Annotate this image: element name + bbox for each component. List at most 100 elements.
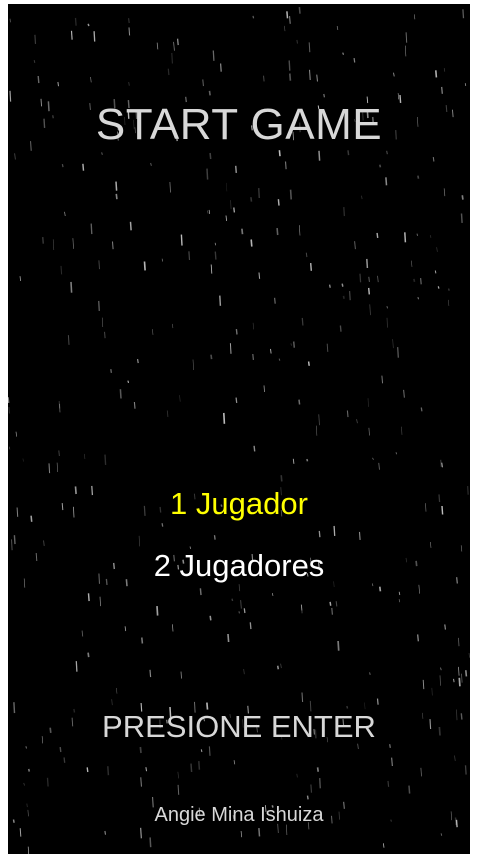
star-streak — [198, 761, 201, 770]
star-streak — [278, 358, 281, 361]
star-streak — [366, 258, 369, 269]
star-streak — [140, 827, 142, 839]
star-streak — [199, 588, 202, 596]
star-streak — [86, 767, 89, 773]
star-streak — [124, 626, 127, 632]
star-streak — [34, 34, 37, 44]
star-streak — [48, 463, 51, 474]
star-streak — [257, 188, 261, 199]
star-streak — [149, 837, 152, 848]
star-streak — [180, 234, 183, 246]
star-streak — [213, 535, 216, 540]
star-streak — [318, 414, 320, 426]
star-streak — [149, 669, 152, 678]
star-streak — [386, 305, 388, 309]
star-streak — [19, 276, 21, 282]
star-streak — [316, 767, 320, 772]
star-streak — [462, 9, 465, 19]
star-streak — [353, 58, 356, 63]
star-streak — [417, 634, 419, 642]
star-streak — [112, 241, 114, 250]
star-streak — [339, 325, 342, 332]
star-streak — [458, 666, 460, 676]
star-streak — [368, 427, 370, 436]
star-streak — [278, 150, 281, 157]
star-streak — [397, 347, 399, 358]
star-streak — [405, 45, 407, 57]
star-streak — [46, 777, 49, 787]
star-streak — [233, 760, 236, 765]
star-streak — [367, 287, 371, 295]
star-streak — [240, 600, 242, 609]
star-streak — [208, 746, 211, 756]
star-streak — [253, 445, 256, 452]
star-streak — [61, 163, 64, 168]
star-streak — [227, 633, 230, 643]
star-streak — [41, 237, 45, 244]
star-streak — [67, 335, 70, 345]
star-streak — [141, 637, 144, 644]
star-streak — [75, 661, 78, 672]
star-streak — [177, 771, 179, 779]
star-streak — [234, 165, 238, 173]
star-streak — [457, 637, 460, 647]
star-streak — [432, 157, 435, 162]
start-game-title: START GAME — [95, 100, 383, 149]
star-streak — [252, 353, 254, 360]
star-streak — [341, 283, 344, 287]
star-streak — [167, 68, 170, 76]
menu-option-2-players[interactable]: 2 Jugadores — [8, 548, 470, 584]
star-streak — [306, 458, 309, 462]
star-streak — [172, 624, 174, 632]
star-streak — [192, 359, 194, 371]
star-streak — [430, 541, 432, 548]
star-streak — [326, 343, 329, 352]
star-streak — [448, 288, 450, 291]
star-streak — [420, 767, 422, 777]
game-canvas[interactable]: START GAME 1 Jugador 2 Jugadores PRESION… — [8, 4, 470, 854]
star-streak — [258, 272, 261, 279]
star-streak — [411, 260, 413, 267]
star-streak — [376, 232, 379, 238]
star-streak — [404, 232, 407, 243]
star-streak — [150, 162, 152, 166]
star-streak — [405, 32, 408, 43]
star-streak — [104, 454, 107, 465]
star-streak — [367, 398, 369, 407]
star-streak — [464, 765, 467, 775]
star-streak — [356, 419, 358, 424]
star-streak — [378, 462, 380, 470]
star-streak — [318, 150, 321, 161]
star-streak — [448, 299, 450, 306]
star-streak — [119, 389, 122, 399]
star-streak — [83, 453, 86, 460]
star-streak — [115, 193, 118, 200]
star-streak — [343, 207, 346, 217]
star-streak — [307, 361, 310, 366]
star-streak — [377, 275, 379, 283]
star-streak — [9, 446, 11, 450]
star-streak — [408, 785, 411, 794]
star-streak — [298, 399, 301, 405]
star-streak — [440, 459, 442, 467]
star-streak — [280, 663, 282, 669]
star-streak — [101, 317, 104, 328]
star-streak — [395, 452, 398, 455]
star-streak — [316, 425, 318, 436]
star-streak — [306, 795, 309, 800]
star-streak — [417, 296, 419, 300]
star-streak — [305, 252, 308, 258]
star-streak — [138, 535, 141, 547]
star-streak — [381, 375, 383, 384]
star-streak — [9, 18, 12, 23]
star-streak — [87, 652, 90, 658]
menu-option-1-player[interactable]: 1 Jugador — [8, 486, 470, 522]
star-streak — [212, 50, 215, 61]
star-streak — [310, 263, 312, 271]
star-streak — [27, 846, 30, 854]
star-streak — [231, 598, 234, 602]
author-credit: Angie Mina Ishuiza — [154, 804, 324, 826]
press-enter-prompt: PRESIONE ENTER — [102, 709, 376, 744]
star-streak — [292, 341, 296, 348]
star-streak — [23, 782, 25, 786]
